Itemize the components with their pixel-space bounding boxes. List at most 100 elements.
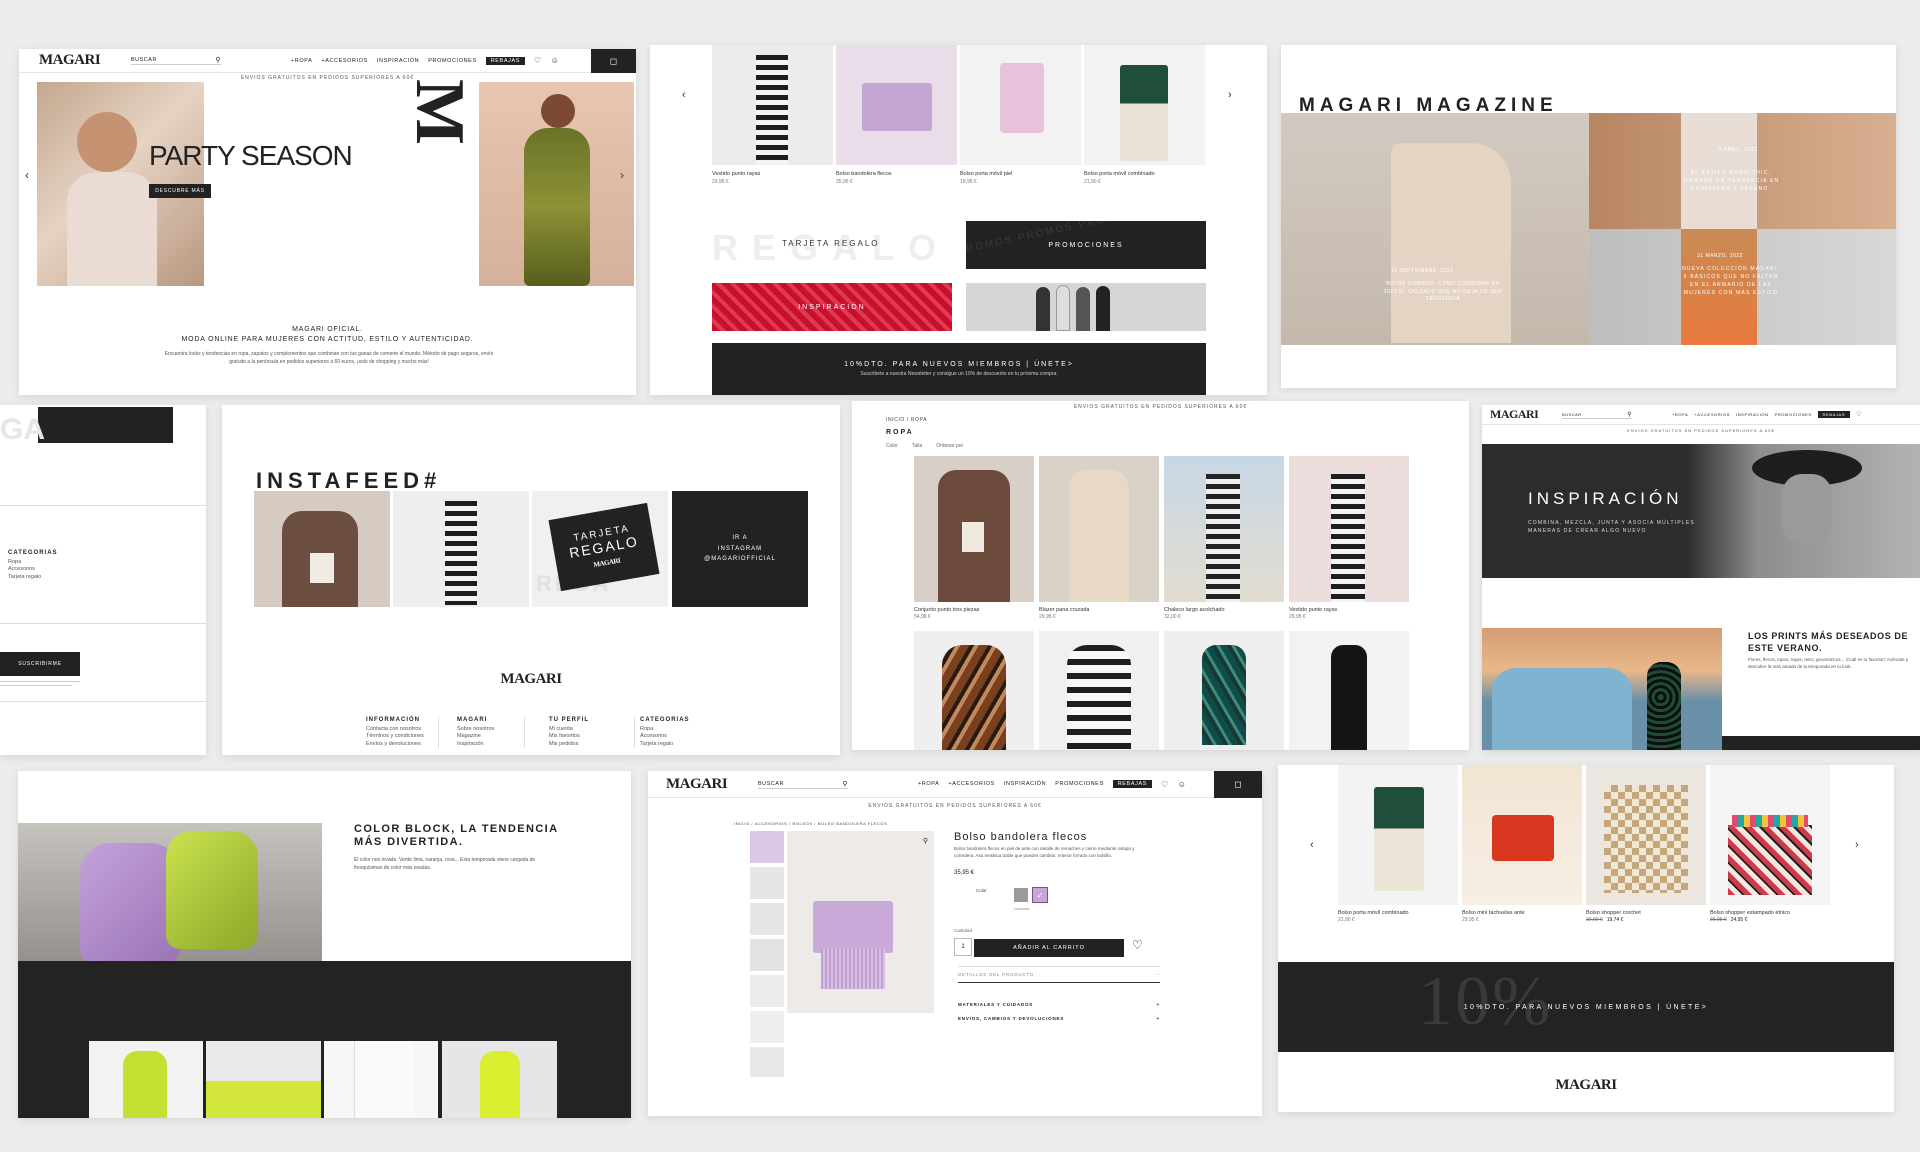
gift-card-tile[interactable]: REGA TARJETA REGALO MAGARI [532,491,668,607]
product-image[interactable] [1164,456,1284,602]
color-swatch-lilac[interactable]: ✓ [1032,887,1048,903]
nav-ropa[interactable]: +ROPA [291,58,312,64]
footer-link[interactable]: Tarjeta regalo [640,741,690,748]
product-main-image[interactable]: ⚲ [787,831,934,1013]
heart-icon[interactable]: ♡ [534,56,542,65]
wishlist-icon[interactable]: ♡ [1132,939,1143,951]
product-name[interactable]: Bolso porta móvil piel [960,171,1012,179]
footer-link[interactable]: Sobre nosotros [457,726,494,733]
product-name[interactable]: Bolso bandolera flecos [836,171,892,179]
nav-promociones[interactable]: PROMOCIONES [1055,781,1103,787]
cart-button[interactable]: ◻ [1214,771,1262,798]
accordion-details[interactable]: DETALLES DEL PRODUCTO − [958,972,1160,977]
product-image[interactable] [1289,456,1409,602]
nav-inspiracion[interactable]: INSPIRACIÓN [1004,781,1046,787]
nav-accesorios[interactable]: +ACCESORIOS [1694,412,1730,417]
product-image[interactable] [1710,765,1830,905]
nav-inspiracion[interactable]: INSPIRACIÓN [377,58,419,64]
user-icon[interactable]: ☺ [1178,780,1187,789]
magazine-article-2[interactable]: 6 ABRIL, 2022 EL ESTILO BOHO CHIC, SIEMP… [1589,113,1896,229]
footer-link[interactable]: Mis favoritos [549,733,589,740]
look-image[interactable] [324,1041,438,1118]
footer-link[interactable]: Mi cuenta [549,726,589,733]
logo[interactable]: MAGARI [39,52,129,69]
footer-cat-tarjeta[interactable]: Tarjeta regalo [8,574,58,581]
nav-rebajas[interactable]: REBAJAS [1112,780,1152,788]
thumbnail[interactable] [750,867,784,899]
filter-size[interactable]: Talla [912,443,922,449]
look-image[interactable] [89,1041,203,1118]
search-icon[interactable]: ⚲ [215,56,221,64]
footer-link[interactable]: Accesorios [640,733,690,740]
nav-inspiracion[interactable]: INSPIRACIÓN [1736,412,1769,417]
cart-button[interactable]: ◻ [591,49,636,73]
magazine-article-1[interactable]: 15 SEPTIEMBRE, 2022 BOTAS COWBOY: CÓMO C… [1281,113,1589,345]
nav-rebajas[interactable]: REBAJAS [1817,411,1851,418]
accordion-shipping[interactable]: ENVÍOS, CAMBIOS Y DEVOLUCIONES + [958,1016,1160,1021]
hero-cta-button[interactable]: DESCUBRE MÁS [149,184,211,198]
heart-icon[interactable]: ♡ [1856,411,1862,418]
breadcrumb[interactable]: INICIO / ROPA [886,417,927,423]
logo[interactable]: MAGARI [666,776,756,793]
inspiration-image[interactable] [966,283,1206,331]
footer-link[interactable]: Contacta con nosotros [366,726,424,733]
search-input[interactable]: BUSCAR ⚲ [758,780,848,789]
footer-link[interactable]: Términos y condiciones [366,733,424,740]
newsletter-banner[interactable]: 10% 10%DTO. PARA NUEVOS MIEMBROS | ÚNETE… [1278,962,1894,1052]
thumbnail[interactable] [750,1011,784,1043]
carousel-next[interactable]: › [620,169,624,181]
subscribe-button[interactable]: SUSCRIBIRME [0,652,80,676]
insta-image[interactable] [393,491,529,607]
heart-icon[interactable]: ♡ [1161,780,1169,789]
look-image[interactable] [206,1041,321,1118]
product-image[interactable] [914,631,1034,750]
search-icon[interactable]: ⚲ [842,780,848,788]
color-swatch-grey[interactable] [1014,888,1028,902]
footer-link[interactable]: Magazine [457,733,494,740]
footer-logo[interactable]: MAGARI [222,671,840,688]
magazine-article-3[interactable]: 31 MARZO, 2022 NUEVA COLECCIÓN MAGARI: 5… [1589,229,1896,345]
article-title[interactable]: LOS PRINTS MÁS DESEADOS DE ESTE VERANO. [1748,631,1916,654]
thumbnail[interactable] [750,903,784,935]
product-name[interactable]: Vestido punto rayas [712,171,760,179]
promotions-block[interactable]: PROMOS·PROMOS·PROMOS PROMOCIONES [966,221,1206,269]
carousel-next[interactable]: › [1228,90,1232,101]
product-image[interactable] [1164,631,1284,750]
thumbnail[interactable] [750,1047,784,1077]
nav-rebajas[interactable]: REBAJAS [485,56,525,65]
accordion-materials[interactable]: MATERIALES Y CUIDADOS + [958,1002,1160,1007]
carousel-prev[interactable]: ‹ [1310,840,1314,851]
footer-cat-ropa[interactable]: Ropa [8,559,58,566]
zoom-icon[interactable]: ⚲ [923,837,928,845]
article-image[interactable] [1482,628,1722,750]
footer-link[interactable]: Inspiración [457,741,494,748]
color-block-title[interactable]: COLOR BLOCK, LA TENDENCIA MÁS DIVERTIDA. [354,823,574,849]
product-image[interactable] [1039,631,1159,750]
carousel-next[interactable]: › [1855,840,1859,851]
product-name[interactable]: Bolso porta móvil combinado [1084,171,1155,179]
quantity-stepper[interactable]: 1 [954,938,972,956]
instagram-link[interactable]: IR A INSTAGRAM @MAGARIOFFICIAL [672,491,808,607]
nav-accesorios[interactable]: +ACCESORIOS [321,58,368,64]
product-image[interactable] [1586,765,1706,905]
product-image[interactable] [1289,631,1409,750]
thumbnail[interactable] [750,939,784,971]
logo[interactable]: MAGARI [1490,407,1562,422]
product-image[interactable] [1338,765,1458,905]
thumbnail[interactable] [750,975,784,1007]
insta-image[interactable] [254,491,390,607]
gift-card-block[interactable]: REGALO TARJETA REGALO [712,221,952,269]
thumbnail[interactable] [750,831,784,863]
search-icon[interactable]: ⚲ [1627,411,1632,418]
nav-promociones[interactable]: PROMOCIONES [1775,412,1812,417]
product-image[interactable] [914,456,1034,602]
nav-ropa[interactable]: +ROPA [1672,412,1688,417]
product-image[interactable] [1039,456,1159,602]
search-input[interactable]: BUSCAR ⚲ [131,56,221,65]
nav-accesorios[interactable]: +ACCESORIOS [948,781,995,787]
search-input[interactable]: BUSCAR ⚲ [1562,411,1632,419]
carousel-prev[interactable]: ‹ [25,169,29,181]
product-image[interactable] [1462,765,1582,905]
inspiration-block[interactable]: INSPIRACIÓN [712,283,952,331]
newsletter-block[interactable]: 10%DTO. PARA NUEVOS MIEMBROS | ÚNETE> Su… [712,343,1206,395]
